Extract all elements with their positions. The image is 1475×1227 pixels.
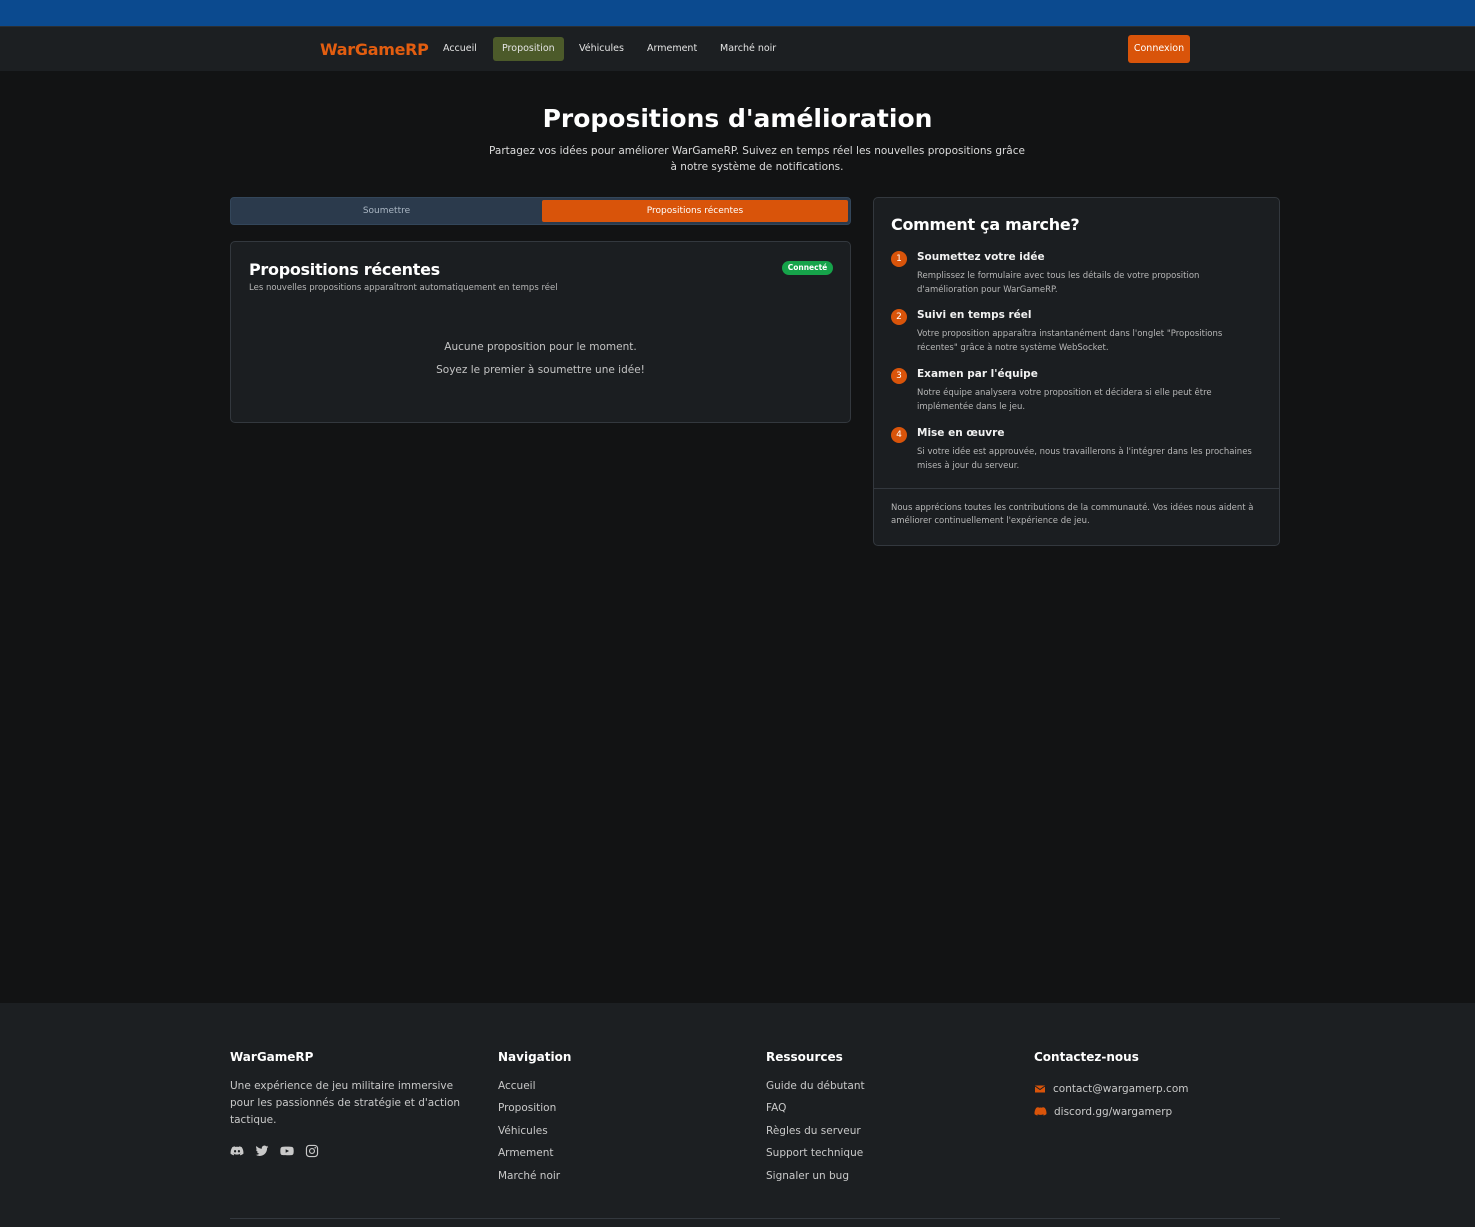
footer-contact: Contactez-nous contact@wargamerp.com dis… xyxy=(1034,1050,1188,1123)
footer-link-guide[interactable]: Guide du débutant xyxy=(766,1078,865,1100)
footer-resources: Ressources Guide du débutant FAQ Règles … xyxy=(766,1050,865,1190)
site-footer: WarGameRP Une expérience de jeu militair… xyxy=(0,1003,1475,1227)
social-links xyxy=(230,1143,470,1158)
nav-item-vehicules[interactable]: Véhicules xyxy=(570,37,633,61)
step-number: 3 xyxy=(891,368,907,384)
contact-discord[interactable]: discord.gg/wargamerp xyxy=(1034,1100,1188,1122)
footer-link-bug-report[interactable]: Signaler un bug xyxy=(766,1168,865,1190)
tab-soumettre[interactable]: Soumettre xyxy=(233,200,540,222)
step-number: 4 xyxy=(891,427,907,443)
empty-state-line2: Soyez le premier à soumettre une idée! xyxy=(436,364,645,376)
login-button[interactable]: Connexion xyxy=(1128,35,1190,63)
footer-navigation: Navigation Accueil Proposition Véhicules… xyxy=(498,1050,571,1190)
brand-logo[interactable]: WarGameRP xyxy=(320,40,429,59)
discord-icon[interactable] xyxy=(230,1143,244,1157)
page-subtitle: Partagez vos idées pour améliorer WarGam… xyxy=(489,145,1025,173)
footer-brand: WarGameRP xyxy=(230,1050,314,1064)
instagram-icon[interactable] xyxy=(305,1143,319,1158)
step-number: 2 xyxy=(891,309,907,325)
tab-propositions-recentes[interactable]: Propositions récentes xyxy=(542,200,848,222)
footer-link-marche-noir[interactable]: Marché noir xyxy=(498,1168,571,1190)
footer-link-armement[interactable]: Armement xyxy=(498,1145,571,1167)
how-it-works-card: Comment ça marche? 1 Soumettez votre idé… xyxy=(873,197,1280,546)
step-text: Si votre idée est approuvée, nous travai… xyxy=(917,447,1252,471)
contact-discord-text[interactable]: discord.gg/wargamerp xyxy=(1054,1106,1172,1118)
page-title: Propositions d'amélioration xyxy=(542,104,933,133)
footer-resources-heading: Ressources xyxy=(766,1050,843,1064)
nav-item-marche-noir[interactable]: Marché noir xyxy=(711,37,785,61)
how-it-works-title: Comment ça marche? xyxy=(891,215,1080,234)
contact-email-text[interactable]: contact@wargamerp.com xyxy=(1053,1083,1188,1095)
step-title: Mise en œuvre xyxy=(917,427,1005,439)
footer-link-proposition[interactable]: Proposition xyxy=(498,1100,571,1122)
footer-description: Une expérience de jeu militaire immersiv… xyxy=(230,1080,461,1126)
divider xyxy=(874,488,1279,489)
footer-link-support[interactable]: Support technique xyxy=(766,1145,865,1167)
footer-link-faq[interactable]: FAQ xyxy=(766,1100,865,1122)
footer-link-accueil[interactable]: Accueil xyxy=(498,1078,571,1100)
recent-proposals-subtitle: Les nouvelles propositions apparaîtront … xyxy=(249,283,558,293)
recent-proposals-title: Propositions récentes xyxy=(249,260,440,279)
step-number: 1 xyxy=(891,251,907,267)
footer-divider xyxy=(230,1218,1280,1219)
step-title: Examen par l'équipe xyxy=(917,368,1038,380)
footer-link-rules[interactable]: Règles du serveur xyxy=(766,1123,865,1145)
discord-icon xyxy=(1034,1107,1047,1116)
mail-icon xyxy=(1034,1085,1046,1093)
footer-nav-heading: Navigation xyxy=(498,1050,572,1064)
proposal-tabs: Soumettre Propositions récentes xyxy=(230,197,851,225)
step-text: Notre équipe analysera votre proposition… xyxy=(917,388,1212,412)
twitter-icon[interactable] xyxy=(255,1143,269,1157)
status-badge: Connecté xyxy=(782,261,833,275)
step-text: Votre proposition apparaîtra instantaném… xyxy=(917,329,1223,353)
step-title: Suivi en temps réel xyxy=(917,309,1032,321)
nav-item-accueil[interactable]: Accueil xyxy=(434,37,486,61)
how-it-works-footer: Nous apprécions toutes les contributions… xyxy=(891,503,1254,526)
browser-top-bar xyxy=(0,0,1475,26)
footer-contact-heading: Contactez-nous xyxy=(1034,1050,1139,1064)
nav-item-proposition[interactable]: Proposition xyxy=(493,37,564,61)
youtube-icon[interactable] xyxy=(280,1143,294,1157)
footer-link-vehicules[interactable]: Véhicules xyxy=(498,1123,571,1145)
contact-email[interactable]: contact@wargamerp.com xyxy=(1034,1078,1188,1100)
empty-state-line1: Aucune proposition pour le moment. xyxy=(444,341,637,353)
step-title: Soumettez votre idée xyxy=(917,251,1045,263)
navbar: WarGameRP Accueil Proposition Véhicules … xyxy=(0,26,1475,71)
recent-proposals-card: Propositions récentes Les nouvelles prop… xyxy=(230,241,851,423)
nav-item-armement[interactable]: Armement xyxy=(638,37,706,61)
footer-about: WarGameRP Une expérience de jeu militair… xyxy=(230,1050,470,1158)
step-text: Remplissez le formulaire avec tous les d… xyxy=(917,271,1200,295)
